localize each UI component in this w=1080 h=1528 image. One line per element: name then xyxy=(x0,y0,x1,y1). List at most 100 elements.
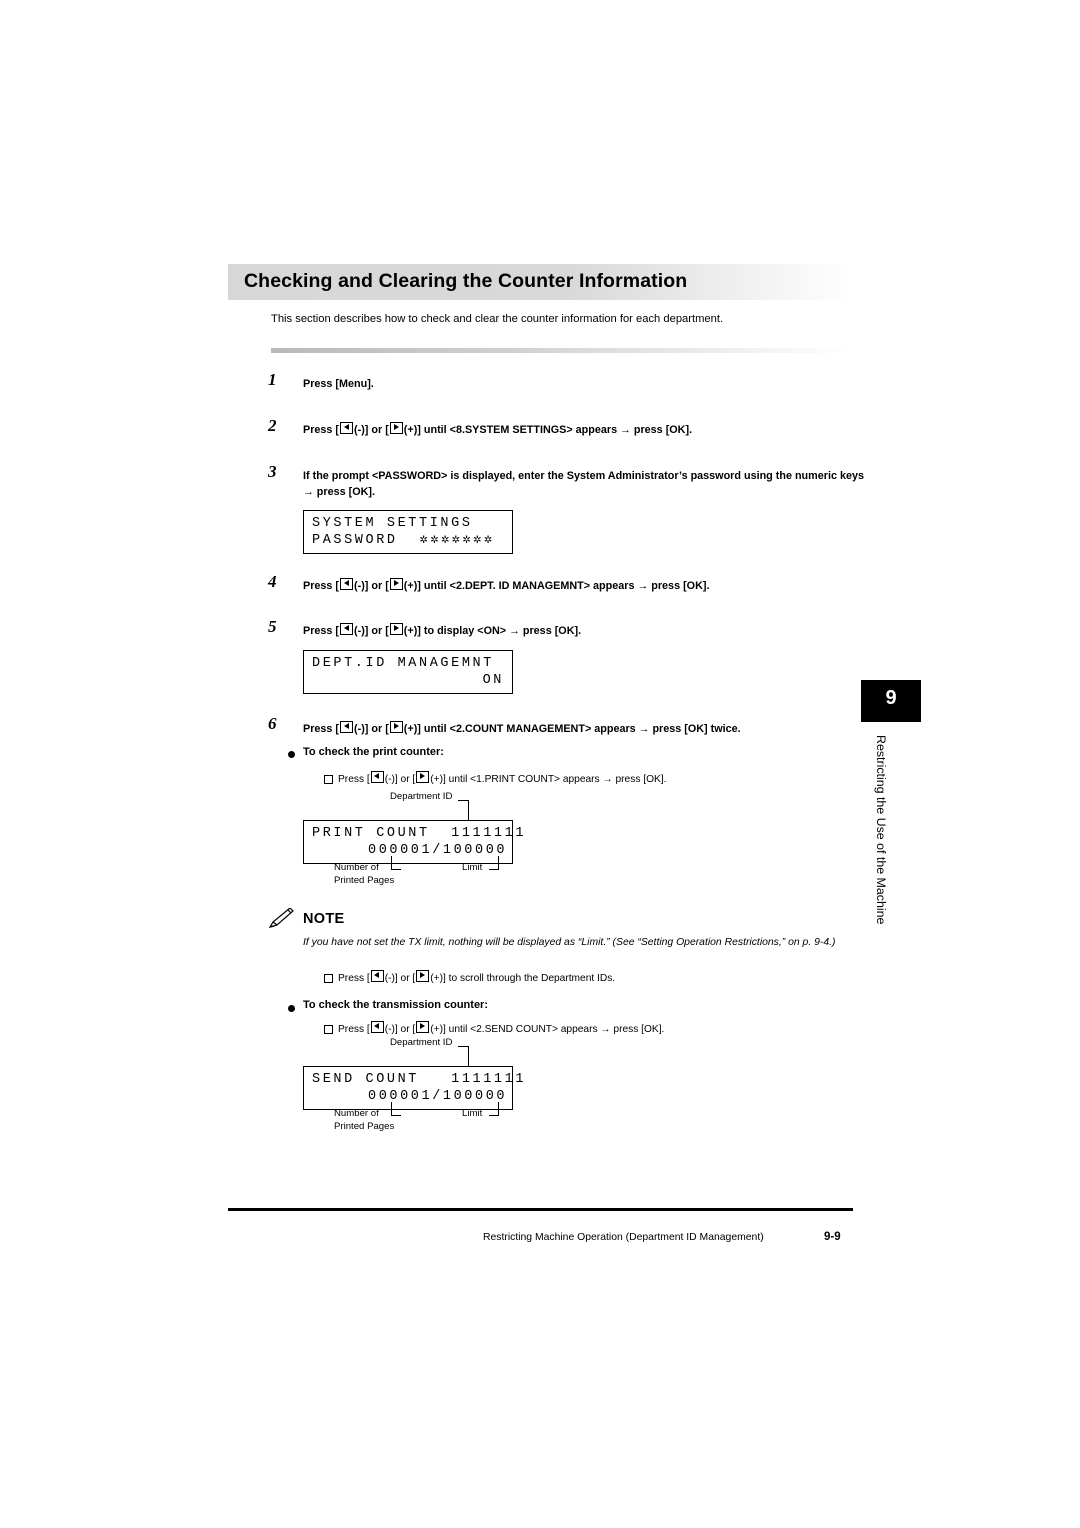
step-text-3: If the prompt <PASSWORD> is displayed, e… xyxy=(303,470,864,498)
chapter-tab: 9 xyxy=(861,680,921,722)
arrow-left-icon xyxy=(340,578,354,590)
arrow-right-icon xyxy=(389,422,403,434)
step-text-1: Press [Menu]. xyxy=(303,378,374,390)
transmission-counter-heading: To check the transmission counter: xyxy=(303,999,489,1011)
leader-line xyxy=(468,1046,470,1066)
callout-limit: Limit xyxy=(462,1108,483,1119)
leader-line xyxy=(489,1115,499,1117)
callout-number-of-printed-pages: Number of Printed Pages xyxy=(334,1108,394,1133)
step4-mid: (-)] or [ xyxy=(354,580,389,592)
step-number-2: 2 xyxy=(268,416,277,435)
chapter-number: 9 xyxy=(885,687,897,709)
tc-mid: (-)] or [ xyxy=(384,1024,416,1035)
arrow-left-icon xyxy=(370,970,384,982)
callout-department-id: Department ID xyxy=(390,1037,453,1048)
lcd-dept-id-display: DEPT.ID MANAGEMNT ON xyxy=(303,650,513,694)
document-page: Checking and Clearing the Counter Inform… xyxy=(0,0,1080,1528)
footer-page-number: 9-9 xyxy=(824,1231,841,1243)
leader-line xyxy=(458,800,469,802)
step5-pre: Press [ xyxy=(303,625,340,637)
step6-pre: Press [ xyxy=(303,723,340,735)
arrow-left-icon xyxy=(370,771,384,783)
callout-npp-l1: Number of xyxy=(334,862,379,873)
pc-pre: Press [ xyxy=(338,774,370,785)
ns-pre: Press [ xyxy=(338,973,370,984)
leader-line xyxy=(458,1046,469,1048)
step-number-1: 1 xyxy=(268,370,277,389)
step-text-5: Press [ (-)] or [ (+)] to display <ON> → p… xyxy=(303,623,863,639)
step6-mid: (-)] or [ xyxy=(354,723,389,735)
lcd-password-line2: PASSWORD ✲✲✲✲✲✲✲ xyxy=(312,532,504,549)
transmission-counter-step: Press [(-)] or [(+)] until <2.SEND COUNT… xyxy=(338,1021,858,1037)
lcd-password-stars: ✲✲✲✲✲✲✲ xyxy=(419,533,495,548)
step6-post: (+)] until <2.COUNT MANAGEMENT> appears … xyxy=(403,723,741,735)
arrow-left-icon xyxy=(340,422,354,434)
print-counter-step: Press [ (-)] or [ (+)] until <1.PRINT COUN… xyxy=(338,771,858,787)
lcd-password-line1: SYSTEM SETTINGS xyxy=(312,516,473,531)
lcd-send-line2: 000001/100000 xyxy=(368,1089,508,1104)
arrow-right-icon xyxy=(416,1021,430,1033)
pc-post: (+)] until <1.PRINT COUNT> appears → pre… xyxy=(430,774,667,785)
arrow-right-icon xyxy=(389,721,403,733)
callout-limit: Limit xyxy=(462,862,483,873)
leader-line xyxy=(498,1102,500,1116)
lcd-print-line1: PRINT COUNT 1111111 xyxy=(312,826,527,841)
step-text-6: Press [ (-)] or [ (+)] until <2.COUNT MANA… xyxy=(303,721,863,737)
step4-post: (+)] until <2.DEPT. ID MANAGEMNT> appear… xyxy=(403,580,710,592)
arrow-right-icon xyxy=(389,578,403,590)
checkbox-icon xyxy=(324,775,333,784)
checkbox-icon xyxy=(324,1025,333,1034)
step-number-3: 3 xyxy=(268,462,277,481)
ns-post: (+)] to scroll through the Department ID… xyxy=(430,973,616,984)
page-title-bar: Checking and Clearing the Counter Inform… xyxy=(228,264,853,300)
tc-pre: Press [ xyxy=(338,1024,370,1035)
step5-mid: (-)] or [ xyxy=(354,625,389,637)
footer-divider xyxy=(228,1208,853,1211)
callout-npp-l2: Printed Pages xyxy=(334,1120,395,1132)
footer-text: Restricting Machine Operation (Departmen… xyxy=(483,1232,764,1243)
chapter-side-label: Restricting the Use of the Machine xyxy=(874,735,888,925)
leader-line xyxy=(489,869,499,871)
step-number-5: 5 xyxy=(268,617,277,636)
leader-line xyxy=(468,800,470,820)
checkbox-icon xyxy=(324,974,333,983)
pencil-icon xyxy=(268,908,294,928)
step-text-2: Press [ (-)] or [ (+)] until <8.SYSTEM SET… xyxy=(303,422,863,438)
note-body: If you have not set the TX limit, nothin… xyxy=(303,937,836,948)
callout-npp-l2: Printed Pages xyxy=(334,874,395,886)
step-number-4: 4 xyxy=(268,572,277,591)
print-counter-heading: To check the print counter: xyxy=(303,746,444,758)
arrow-right-icon xyxy=(389,623,403,635)
page-title: Checking and Clearing the Counter Inform… xyxy=(244,270,688,292)
pc-mid: (-)] or [ xyxy=(384,774,416,785)
note-label: NOTE xyxy=(303,911,345,927)
step-text-4: Press [ (-)] or [ (+)] until <2.DEPT. ID M… xyxy=(303,578,863,594)
step2-mid: (-)] or [ xyxy=(354,424,389,436)
callout-npp-l1: Number of xyxy=(334,1108,379,1119)
arrow-left-icon xyxy=(340,721,354,733)
arrow-left-icon xyxy=(340,623,354,635)
intro-paragraph: This section describes how to check and … xyxy=(271,313,724,325)
callout-number-of-printed-pages: Number of Printed Pages xyxy=(334,862,394,887)
lcd-send-count-display: SEND COUNT 1111111 000001/100000 xyxy=(303,1066,527,1110)
lcd-dept-line2: ON xyxy=(482,673,504,688)
step2-pre: Press [ xyxy=(303,424,340,436)
arrow-right-icon xyxy=(416,771,430,783)
step4-pre: Press [ xyxy=(303,580,340,592)
bullet-icon xyxy=(288,1005,295,1012)
lcd-send-line1: SEND COUNT 1111111 xyxy=(312,1072,527,1087)
step-number-6: 6 xyxy=(268,714,277,733)
lcd-print-line2: 000001/100000 xyxy=(368,843,508,858)
step5-post: (+)] to display <ON> → press [OK]. xyxy=(403,625,582,637)
note-scroll-step: Press [(-)] or [(+)] to scroll through t… xyxy=(338,970,858,986)
lcd-print-count-display: PRINT COUNT 1111111 000001/100000 xyxy=(303,820,527,864)
step2-post: (+)] until <8.SYSTEM SETTINGS> appears →… xyxy=(403,424,693,436)
bullet-icon xyxy=(288,751,295,758)
lcd-password-display: SYSTEM SETTINGS PASSWORD ✲✲✲✲✲✲✲ xyxy=(303,510,513,554)
section-divider xyxy=(271,348,849,353)
lcd-dept-line1: DEPT.ID MANAGEMNT xyxy=(312,656,494,671)
callout-department-id: Department ID xyxy=(390,791,453,802)
lcd-password-label: PASSWORD xyxy=(312,533,398,548)
leader-line xyxy=(498,856,500,870)
arrow-right-icon xyxy=(416,970,430,982)
